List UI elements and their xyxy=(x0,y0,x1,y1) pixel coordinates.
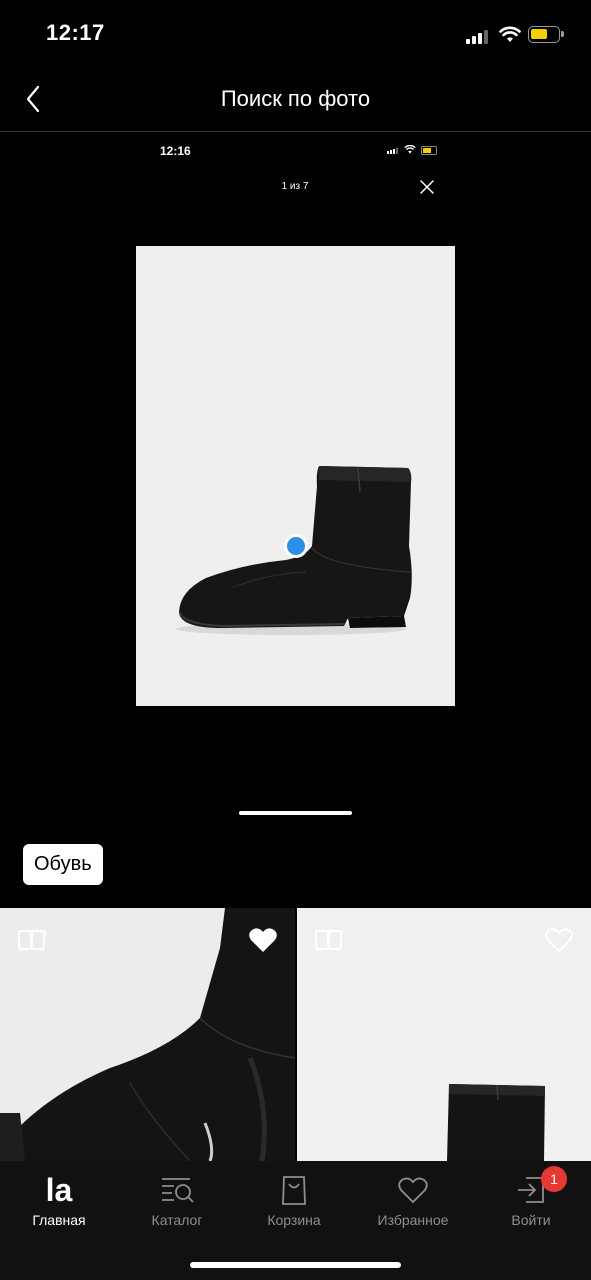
catalog-search-icon xyxy=(162,1178,194,1203)
page-title: Поиск по фото xyxy=(220,86,371,111)
battery-icon xyxy=(528,26,564,43)
tab-home[interactable]: la Главная xyxy=(9,1170,109,1229)
heart-icon xyxy=(398,1177,428,1204)
compare-icon[interactable] xyxy=(18,928,46,952)
inner-status-time: 12:16 xyxy=(160,144,191,158)
compare-icon[interactable] xyxy=(315,928,343,952)
wifi-icon xyxy=(499,26,521,42)
boot-image xyxy=(176,466,412,635)
bag-icon xyxy=(282,1176,306,1205)
tab-label: Каталог xyxy=(151,1212,203,1228)
product-photo xyxy=(136,246,455,706)
inner-wifi-icon xyxy=(404,145,416,154)
inner-battery-icon xyxy=(421,146,437,155)
close-icon[interactable] xyxy=(418,178,436,196)
favorite-heart-icon[interactable] xyxy=(248,926,278,954)
cellular-signal-icon xyxy=(466,30,488,44)
tab-label: Избранное xyxy=(377,1212,449,1228)
inner-cellular-icon xyxy=(387,148,398,154)
tab-label: Войти xyxy=(511,1212,551,1228)
product-card[interactable] xyxy=(0,908,295,1161)
detection-hotspot[interactable] xyxy=(284,534,308,558)
logo-icon: la xyxy=(9,1170,109,1210)
tab-catalog[interactable]: Каталог xyxy=(127,1170,227,1228)
tab-cart[interactable]: Корзина xyxy=(244,1170,344,1228)
tab-label: Главная xyxy=(32,1212,86,1228)
header-divider xyxy=(0,131,591,132)
image-counter: 1 из 7 xyxy=(281,181,309,192)
favorite-heart-outline-icon[interactable] xyxy=(544,926,574,954)
tab-label: Корзина xyxy=(267,1212,321,1228)
notification-badge: 1 xyxy=(541,1166,567,1192)
category-chip[interactable]: Обувь xyxy=(23,844,103,885)
product-card[interactable] xyxy=(297,908,591,1161)
status-time: 12:17 xyxy=(46,20,105,45)
home-indicator[interactable] xyxy=(190,1262,401,1268)
sheet-drag-handle[interactable] xyxy=(239,811,352,815)
logo-text: la xyxy=(45,1171,73,1208)
tab-favorites[interactable]: Избранное xyxy=(363,1170,463,1228)
